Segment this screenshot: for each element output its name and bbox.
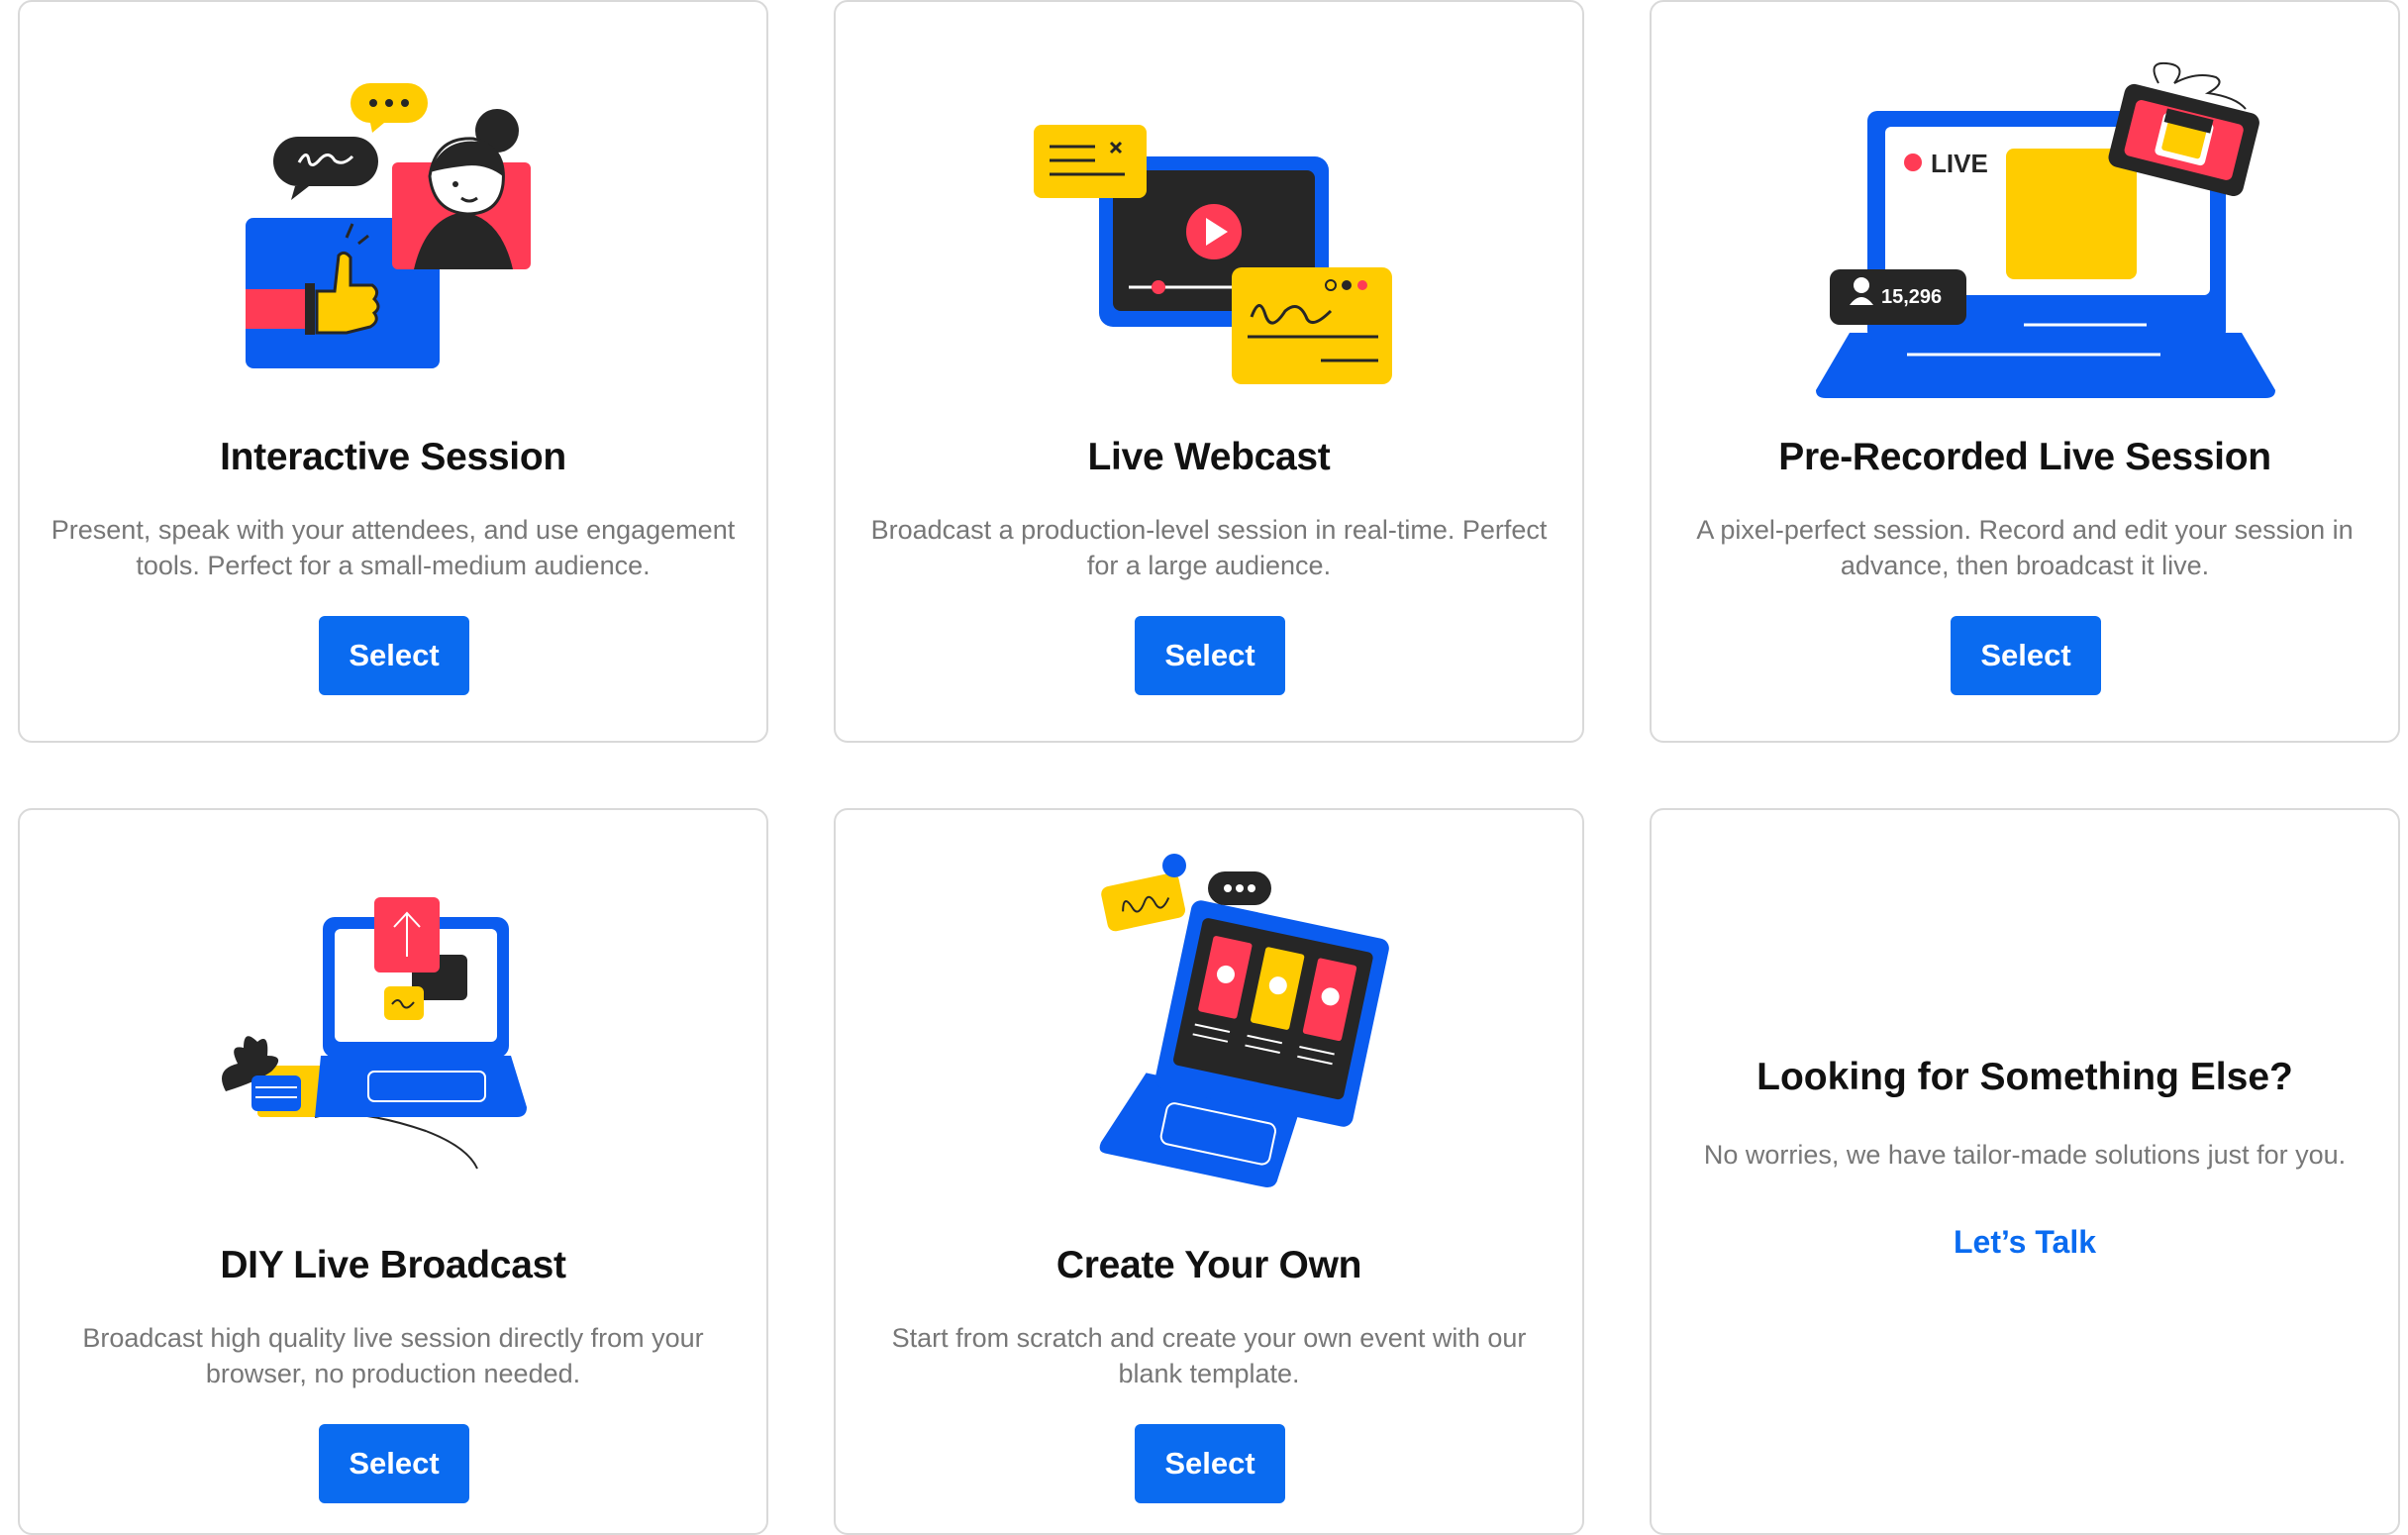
card-title: Interactive Session	[220, 436, 566, 478]
diy-broadcast-illustration	[20, 810, 766, 1226]
session-card-pre-recorded[interactable]: LIVE 15,296 Pre-Recorded Live Session A …	[1650, 0, 2400, 743]
card-title: Live Webcast	[1087, 436, 1331, 478]
card-description: Present, speak with your attendees, and …	[50, 515, 736, 580]
card-title: Pre-Recorded Live Session	[1778, 436, 2271, 478]
interactive-session-illustration	[20, 2, 766, 418]
select-button[interactable]: Select	[319, 1424, 469, 1503]
card-title: DIY Live Broadcast	[220, 1244, 566, 1286]
contact-card: Looking for Something Else? No worries, …	[1650, 808, 2400, 1535]
live-webcast-illustration	[836, 2, 1582, 418]
session-card-diy-broadcast[interactable]: DIY Live Broadcast Broadcast high qualit…	[18, 808, 768, 1535]
card-description: Broadcast high quality live session dire…	[82, 1323, 704, 1388]
select-button[interactable]: Select	[319, 616, 469, 695]
create-your-own-illustration	[836, 810, 1582, 1226]
pre-recorded-illustration: LIVE 15,296	[1652, 2, 2398, 418]
select-button[interactable]: Select	[1951, 616, 2101, 695]
select-button[interactable]: Select	[1135, 1424, 1285, 1503]
svg-text:LIVE: LIVE	[1931, 149, 1988, 178]
card-description: Broadcast a production-level session in …	[870, 515, 1548, 580]
session-card-live-webcast[interactable]: Live Webcast Broadcast a production-leve…	[834, 0, 1584, 743]
card-description: Start from scratch and create your own e…	[891, 1323, 1527, 1388]
contact-description: No worries, we have tailor-made solution…	[1703, 1140, 2347, 1170]
svg-text:15,296: 15,296	[1881, 286, 1942, 308]
session-card-create-your-own[interactable]: Create Your Own Start from scratch and c…	[834, 808, 1584, 1535]
contact-title: Looking for Something Else?	[1756, 1056, 2293, 1098]
card-description: A pixel-perfect session. Record and edit…	[1696, 515, 2354, 580]
lets-talk-link[interactable]: Let’s Talk	[1652, 1224, 2398, 1261]
card-title: Create Your Own	[1055, 1244, 1362, 1286]
session-card-interactive[interactable]: Interactive Session Present, speak with …	[18, 0, 768, 743]
select-button[interactable]: Select	[1135, 616, 1285, 695]
